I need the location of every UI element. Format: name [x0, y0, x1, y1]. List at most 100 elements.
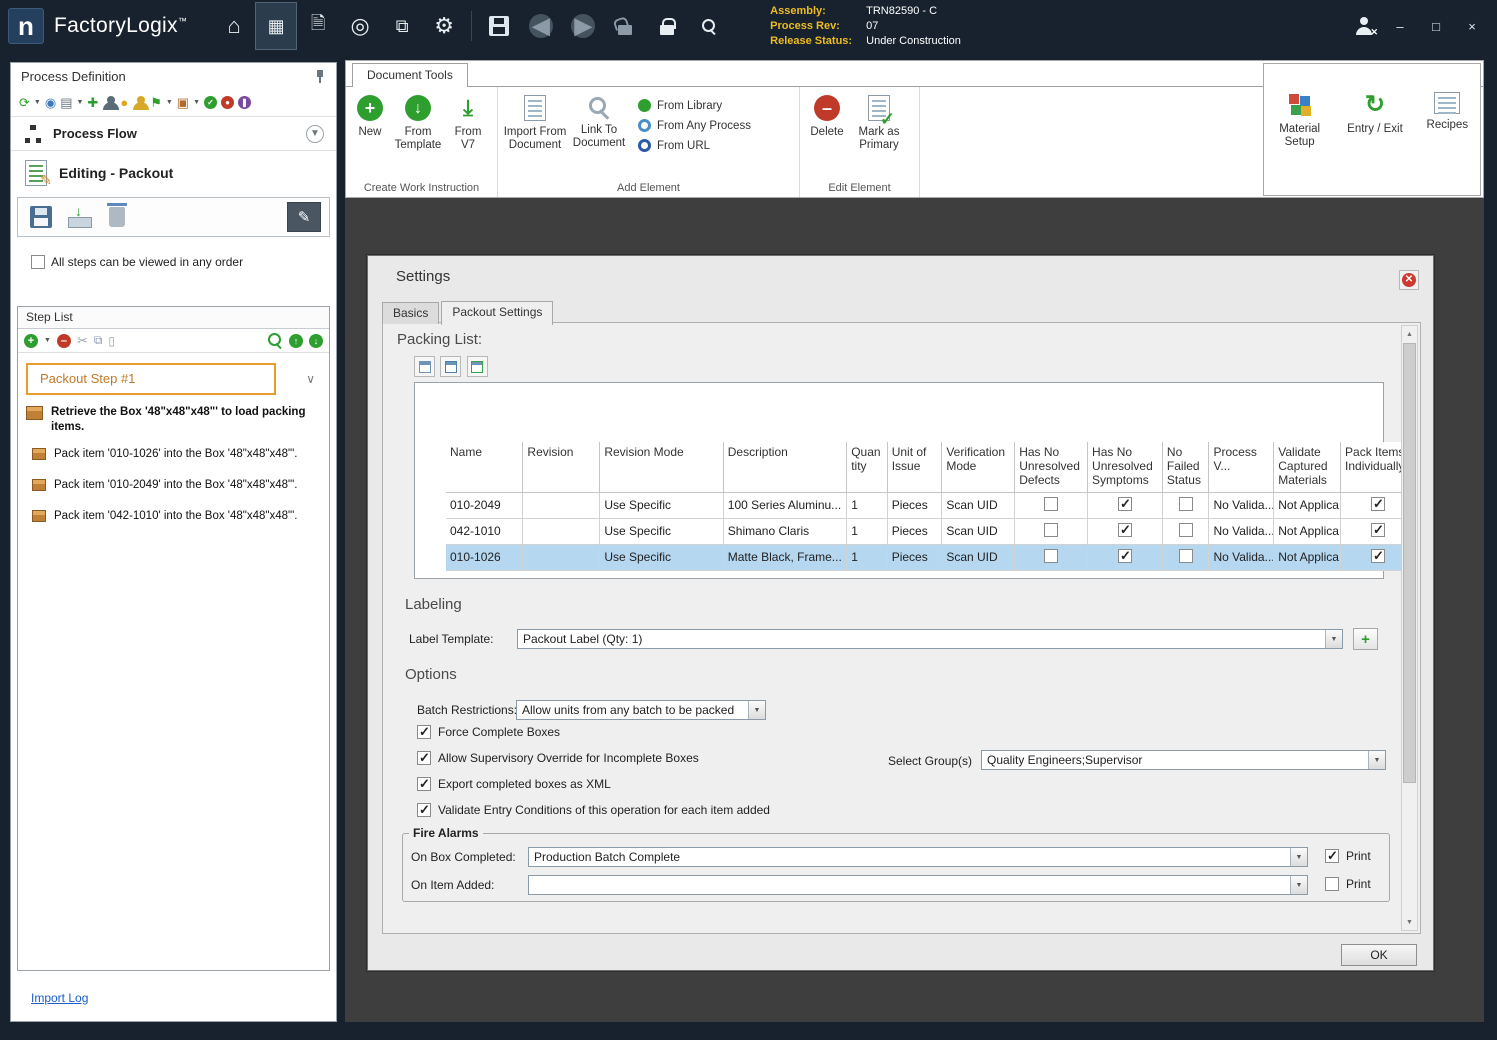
add-step-dropdown-icon[interactable]: ▼ — [44, 337, 51, 344]
scroll-up-icon[interactable]: ▲ — [1402, 326, 1417, 342]
record-icon[interactable]: ● — [221, 96, 235, 109]
from-url-button[interactable]: From URL — [638, 139, 751, 152]
material-setup-button[interactable]: Material Setup — [1271, 92, 1329, 149]
chevron-down-icon[interactable]: ▼ — [748, 701, 765, 719]
lock-icon[interactable] — [646, 2, 688, 50]
cut-icon[interactable]: ✂ — [77, 333, 88, 349]
play-icon[interactable]: ✓ — [204, 96, 218, 109]
column-header[interactable]: Revision Mode — [599, 442, 724, 493]
column-header[interactable]: Revision — [522, 442, 601, 493]
validate-entry-conditions-checkbox[interactable] — [417, 802, 431, 818]
search-tree-icon[interactable] — [688, 2, 730, 50]
export-xml-checkbox[interactable] — [417, 776, 431, 792]
save-icon[interactable] — [478, 2, 520, 50]
step-chevron-down-icon[interactable]: ∨ — [306, 372, 315, 386]
user-account-icon[interactable]: ✕ — [1355, 17, 1378, 37]
new-button[interactable]: + New — [350, 89, 390, 139]
move-up-icon[interactable]: ↑ — [289, 333, 303, 348]
column-header[interactable]: Unit of Issue — [887, 442, 943, 493]
view-material-icon[interactable] — [414, 356, 435, 377]
paste-icon[interactable]: ▯ — [108, 334, 115, 348]
symptoms-checkbox[interactable] — [1117, 496, 1132, 512]
delete-element-button[interactable]: – Delete — [804, 89, 850, 139]
navigator-icon[interactable]: ◎ — [339, 2, 381, 50]
chevron-down-icon[interactable]: ▼ — [1290, 848, 1307, 866]
column-header[interactable]: Process V... — [1208, 442, 1275, 493]
back-icon[interactable]: ◀ — [520, 2, 562, 50]
supervisory-override-checkbox[interactable] — [417, 750, 431, 766]
column-header[interactable]: Name — [446, 442, 524, 493]
pause-icon[interactable]: ❚ — [238, 96, 252, 109]
defects-checkbox[interactable] — [1044, 496, 1059, 511]
print-icon[interactable]: ▤ — [60, 96, 72, 109]
sync-dropdown-icon[interactable]: ▼ — [34, 99, 41, 106]
plugin-icon[interactable]: ✚ — [87, 96, 98, 109]
column-header[interactable]: No Failed Status — [1162, 442, 1210, 493]
move-down-icon[interactable]: ↓ — [309, 333, 323, 348]
add-step-icon[interactable]: + — [24, 333, 38, 348]
pin-icon[interactable] — [314, 69, 326, 83]
table-row[interactable]: 010-2049 Use Specific 100 Series Aluminu… — [446, 492, 1416, 519]
failed-status-checkbox[interactable] — [1178, 522, 1193, 537]
mark-as-primary-button[interactable]: Mark as Primary — [850, 89, 908, 152]
process-editor-icon[interactable]: ▦ — [255, 2, 298, 50]
remove-step-icon[interactable]: – — [56, 333, 71, 348]
column-header[interactable]: Validate Captured Materials — [1273, 442, 1342, 493]
delete-step-button[interactable] — [102, 202, 132, 232]
table-row-selected[interactable]: 010-1026 Use Specific Matte Black, Frame… — [446, 544, 1416, 571]
import-log-link[interactable]: Import Log — [31, 991, 88, 1005]
symptoms-checkbox[interactable] — [1117, 522, 1132, 538]
dialog-scrollbar[interactable]: ▲ ▼ — [1401, 325, 1418, 931]
operator-icon[interactable] — [132, 95, 150, 110]
from-library-button[interactable]: From Library — [638, 99, 751, 112]
step-instruction[interactable]: Pack item '010-2049' into the Box '48"x4… — [18, 476, 329, 493]
user-status-icon[interactable] — [102, 95, 120, 110]
add-label-template-button[interactable]: + — [1353, 628, 1378, 650]
settings-gear-icon[interactable]: ⚙ — [423, 2, 465, 50]
import-step-button[interactable] — [64, 202, 94, 232]
forward-icon[interactable]: ▶ — [562, 2, 604, 50]
bell-icon[interactable]: ● — [120, 96, 128, 109]
print-item-added-checkbox[interactable] — [1325, 877, 1339, 891]
from-v7-button[interactable]: ⤓ From V7 — [446, 89, 490, 152]
link-to-document-button[interactable]: Link To Document — [568, 89, 630, 150]
edit-step-button[interactable]: ✎ — [287, 202, 321, 232]
from-template-button[interactable]: ↓ From Template — [390, 89, 446, 152]
deploy-dropdown-icon[interactable]: ▼ — [166, 99, 173, 106]
from-any-process-button[interactable]: From Any Process — [638, 119, 751, 132]
unlock-icon[interactable] — [604, 2, 646, 50]
copy-icon[interactable]: ⧉ — [94, 333, 103, 348]
on-box-completed-select[interactable]: Production Batch Complete ▼ — [528, 847, 1308, 867]
step-instruction[interactable]: Pack item '042-1010' into the Box '48"x4… — [18, 507, 329, 524]
entry-exit-button[interactable]: ↻ Entry / Exit — [1342, 92, 1408, 136]
ok-button[interactable]: OK — [1341, 944, 1417, 966]
maximize-button[interactable]: □ — [1427, 19, 1445, 34]
select-groups-select[interactable]: Quality Engineers;Supervisor ▼ — [981, 750, 1386, 770]
recipes-button[interactable]: Recipes — [1421, 92, 1473, 132]
import-from-document-button[interactable]: Import From Document — [502, 89, 568, 152]
close-button[interactable]: × — [1463, 19, 1481, 34]
batch-restrictions-select[interactable]: Allow units from any batch to be packed … — [516, 700, 766, 720]
archive-icon[interactable]: ▣ — [177, 96, 189, 109]
globe-icon[interactable]: ◉ — [45, 96, 56, 109]
pack-individually-checkbox[interactable] — [1371, 548, 1385, 564]
column-header[interactable]: Has No Unresolved Symptoms — [1087, 442, 1163, 493]
print-dropdown-icon[interactable]: ▼ — [76, 99, 83, 106]
selected-step-name[interactable]: Packout Step #1 — [26, 363, 276, 395]
documents-icon[interactable]: ⧉ — [381, 2, 423, 50]
tab-basics[interactable]: Basics — [382, 302, 440, 324]
selected-step-row[interactable]: Packout Step #1 ∨ — [26, 363, 321, 395]
chevron-down-icon[interactable]: ▼ — [1290, 876, 1307, 894]
scrollbar-thumb[interactable] — [1403, 343, 1416, 783]
label-template-select[interactable]: Packout Label (Qty: 1) ▼ — [517, 629, 1343, 649]
home-icon[interactable]: ⌂ — [213, 2, 255, 50]
link-material-icon[interactable] — [466, 356, 488, 377]
symptoms-checkbox[interactable] — [1117, 548, 1132, 564]
pack-individually-checkbox[interactable] — [1371, 522, 1385, 538]
dialog-close-button[interactable]: ✕ — [1399, 270, 1419, 290]
column-header[interactable]: Description — [723, 442, 848, 493]
edit-material-list-icon[interactable] — [440, 356, 462, 377]
scroll-down-icon[interactable]: ▼ — [1402, 914, 1417, 930]
chevron-down-icon[interactable]: ▼ — [1368, 751, 1385, 769]
zoom-step-icon[interactable] — [268, 333, 283, 348]
